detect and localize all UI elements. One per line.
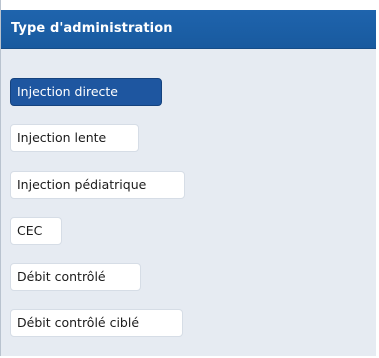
option-cec[interactable]: CEC	[10, 217, 62, 245]
option-debit-controle[interactable]: Débit contrôlé	[10, 263, 141, 291]
option-debit-controle-cible[interactable]: Débit contrôlé ciblé	[10, 309, 183, 337]
top-strip	[1, 0, 376, 10]
panel-header: Type d'administration	[1, 10, 376, 49]
option-injection-directe[interactable]: Injection directe	[10, 78, 162, 106]
options-list: Injection directe Injection lente Inject…	[1, 49, 376, 356]
administration-type-panel: Type d'administration Injection directe …	[0, 0, 376, 356]
panel-title: Type d'administration	[11, 21, 173, 36]
option-injection-lente[interactable]: Injection lente	[10, 124, 139, 152]
option-injection-pediatrique[interactable]: Injection pédiatrique	[10, 171, 185, 199]
